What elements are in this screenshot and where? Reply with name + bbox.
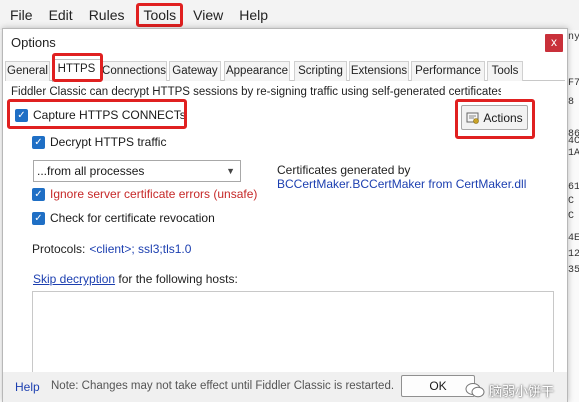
- bg-text: C: [568, 211, 575, 222]
- process-filter-value: ...from all processes: [37, 164, 145, 178]
- ignore-cert-errors-label: Ignore server certificate errors (unsafe…: [50, 187, 258, 201]
- watermark-text: 脑弱小饼干: [489, 384, 555, 399]
- tab-tools[interactable]: Tools: [487, 61, 523, 81]
- tab-extensions[interactable]: Extensions: [349, 61, 409, 81]
- close-button[interactable]: x: [545, 34, 563, 52]
- options-dialog: Options x General HTTPS Connections Gate…: [2, 28, 568, 402]
- protocols-row: Protocols: <client>; ssl3;tls1.0: [32, 242, 191, 256]
- bg-text: 1A: [568, 148, 579, 159]
- actions-highlight: [455, 99, 535, 139]
- decrypt-https-checkbox[interactable]: ✓ Decrypt HTTPS traffic: [32, 135, 166, 149]
- chat-bubble-icon: [465, 383, 485, 398]
- check-revocation-checkbox[interactable]: ✓ Check for certificate revocation: [32, 211, 215, 225]
- capture-highlight: [7, 99, 187, 129]
- menu-edit[interactable]: Edit: [49, 7, 73, 23]
- chevron-down-icon: ▼: [226, 166, 235, 176]
- tab-performance[interactable]: Performance: [411, 61, 485, 81]
- menu-file[interactable]: File: [10, 7, 33, 23]
- bg-text: 4E: [568, 233, 579, 244]
- check-revocation-label: Check for certificate revocation: [50, 211, 215, 225]
- skip-decryption-row: Skip decryption for the following hosts:: [33, 272, 238, 286]
- skip-decryption-link[interactable]: Skip decryption: [33, 272, 115, 286]
- menu-help[interactable]: Help: [239, 7, 268, 23]
- menu-rules[interactable]: Rules: [89, 7, 125, 23]
- protocols-value-link[interactable]: <client>; ssl3;tls1.0: [89, 242, 191, 256]
- bg-text: C: [568, 196, 575, 207]
- tab-gateway[interactable]: Gateway: [169, 61, 221, 81]
- bg-text: ny: [568, 32, 579, 43]
- bg-text: F71: [568, 78, 579, 89]
- bg-text: 126: [568, 249, 579, 260]
- ignore-cert-errors-checkbox[interactable]: ✓ Ignore server certificate errors (unsa…: [32, 187, 257, 201]
- skip-decryption-suffix: for the following hosts:: [115, 272, 238, 286]
- bg-text: 4C: [568, 136, 579, 147]
- protocols-label: Protocols:: [32, 242, 86, 256]
- process-filter-select[interactable]: ...from all processes ▼: [33, 160, 241, 182]
- restart-note: Note: Changes may not take effect until …: [51, 380, 395, 392]
- tab-connections[interactable]: Connections: [101, 61, 167, 81]
- https-tab-highlight: [52, 53, 103, 82]
- certificates-label: Certificates generated by: [277, 163, 411, 177]
- intro-text: Fiddler Classic can decrypt HTTPS sessio…: [11, 86, 501, 98]
- help-link[interactable]: Help: [15, 380, 40, 394]
- dialog-footer: Help Note: Changes may not take effect u…: [3, 372, 567, 402]
- checkmark-icon: ✓: [32, 135, 45, 149]
- ok-button[interactable]: OK: [401, 375, 475, 397]
- close-icon: x: [551, 35, 557, 49]
- tab-scripting[interactable]: Scripting: [294, 61, 347, 81]
- menu-bar: File Edit Rules Tools View Help: [0, 0, 579, 30]
- bg-text: 35A: [568, 265, 579, 276]
- bg-text: 8: [568, 97, 575, 108]
- certificates-value: BCCertMaker.BCCertMaker from CertMaker.d…: [277, 177, 527, 191]
- skip-hosts-textarea[interactable]: [32, 291, 554, 374]
- menu-view[interactable]: View: [193, 7, 223, 23]
- tab-general[interactable]: General: [5, 61, 50, 81]
- dialog-title: Options: [11, 35, 56, 50]
- bg-text: 61: [568, 182, 579, 193]
- menu-tools[interactable]: Tools: [136, 3, 184, 27]
- tab-appearance[interactable]: Appearance: [224, 61, 290, 81]
- checkmark-icon: ✓: [32, 187, 45, 201]
- watermark: 脑弱小饼干: [465, 381, 554, 400]
- checkmark-icon: ✓: [32, 211, 45, 225]
- decrypt-https-label: Decrypt HTTPS traffic: [50, 135, 167, 149]
